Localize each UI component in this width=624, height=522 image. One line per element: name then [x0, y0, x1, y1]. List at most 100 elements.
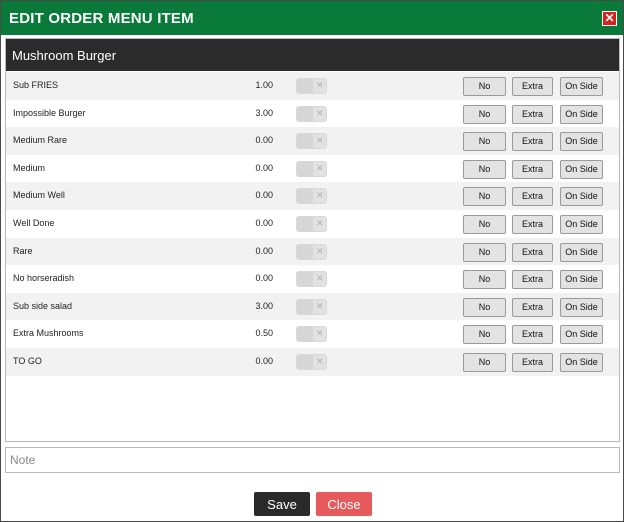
modifier-price: 0.00 — [255, 190, 273, 201]
modifier-row: Extra Mushrooms 0.50 ✕ No Extra On Side — [6, 320, 619, 348]
modifier-toggle[interactable]: ✕ — [296, 353, 327, 370]
no-button[interactable]: No — [463, 187, 506, 207]
modifier-toggle[interactable]: ✕ — [296, 326, 327, 343]
extra-button[interactable]: Extra — [512, 132, 553, 152]
extra-button[interactable]: Extra — [512, 352, 553, 372]
modifier-list: Sub FRIES 1.00 ✕ No Extra On Side Impossible B… — [6, 72, 619, 376]
modifier-row: Sub FRIES 1.00 ✕ No Extra On Side — [6, 72, 619, 100]
no-button[interactable]: No — [463, 159, 506, 179]
modifier-row: No horseradish 0.00 ✕ No Extra On Side — [6, 265, 619, 293]
modifier-row: Sub side salad 3.00 ✕ No Extra On Side — [6, 292, 619, 321]
extra-button[interactable]: Extra — [512, 297, 553, 317]
save-button[interactable]: Save — [254, 492, 310, 516]
extra-button[interactable]: Extra — [512, 270, 553, 290]
modifier-row: Medium 0.00 ✕ No Extra On Side — [6, 155, 619, 183]
modifier-name: Sub FRIES — [13, 80, 59, 90]
modifier-toggle[interactable]: ✕ — [296, 160, 327, 177]
modifier-toggle[interactable]: ✕ — [296, 105, 327, 122]
item-name: Mushroom Burger — [12, 48, 117, 63]
extra-button[interactable]: Extra — [512, 104, 553, 124]
modifier-toggle[interactable]: ✕ — [296, 133, 327, 150]
on-side-button[interactable]: On Side — [560, 104, 603, 124]
toggle-knob — [297, 189, 313, 204]
modifier-panel: Mushroom Burger Sub FRIES 1.00 ✕ No Extra On … — [5, 38, 620, 442]
no-button[interactable]: No — [463, 297, 506, 317]
edit-order-dialog: EDIT ORDER MENU ITEM ✕ Mushroom Burger S… — [0, 0, 624, 522]
modifier-name: Rare — [13, 245, 33, 256]
no-button[interactable]: No — [463, 132, 506, 152]
modifier-name: Impossible Burger — [13, 107, 86, 118]
modifier-row: Medium Well 0.00 ✕ No Extra On Side — [6, 182, 619, 210]
toggle-off-icon: ✕ — [316, 107, 324, 118]
on-side-button[interactable]: On Side — [560, 77, 603, 96]
dialog-title: EDIT ORDER MENU ITEM — [9, 10, 194, 27]
toggle-off-icon: ✕ — [316, 135, 324, 146]
modifier-toggle[interactable]: ✕ — [296, 215, 327, 232]
modifier-name: Extra Mushrooms — [13, 328, 84, 339]
extra-button[interactable]: Extra — [512, 325, 553, 345]
modifier-toggle[interactable]: ✕ — [296, 271, 327, 288]
modifier-toggle[interactable]: ✕ — [296, 243, 327, 260]
modifier-row: TO GO 0.00 ✕ No Extra On Side — [6, 347, 619, 376]
modifier-price: 0.00 — [255, 135, 273, 146]
on-side-button[interactable]: On Side — [560, 159, 603, 179]
toggle-knob — [297, 216, 313, 231]
toggle-off-icon: ✕ — [316, 328, 324, 339]
toggle-off-icon: ✕ — [316, 273, 324, 284]
toggle-knob — [297, 272, 313, 287]
no-button[interactable]: No — [463, 242, 506, 262]
extra-button[interactable]: Extra — [512, 159, 553, 179]
toggle-knob — [297, 161, 313, 176]
no-button[interactable]: No — [463, 270, 506, 290]
toggle-off-icon: ✕ — [316, 162, 324, 173]
modifier-toggle[interactable]: ✕ — [296, 188, 327, 205]
no-button[interactable]: No — [463, 325, 506, 345]
toggle-knob — [297, 79, 313, 93]
no-button[interactable]: No — [463, 104, 506, 124]
modifier-name: No horseradish — [13, 273, 75, 284]
on-side-button[interactable]: On Side — [560, 297, 603, 317]
on-side-button[interactable]: On Side — [560, 214, 603, 234]
no-button[interactable]: No — [463, 214, 506, 234]
modifier-toggle[interactable]: ✕ — [296, 298, 327, 315]
dialog-titlebar: EDIT ORDER MENU ITEM ✕ — [1, 1, 623, 35]
modifier-price: 0.00 — [255, 162, 273, 173]
no-button[interactable]: No — [463, 77, 506, 96]
on-side-button[interactable]: On Side — [560, 325, 603, 345]
extra-button[interactable]: Extra — [512, 242, 553, 262]
modifier-row: Impossible Burger 3.00 ✕ No Extra On Side — [6, 100, 619, 128]
modifier-toggle[interactable]: ✕ — [296, 78, 327, 94]
modifier-price: 0.00 — [255, 245, 273, 256]
modifier-name: Sub side salad — [13, 300, 73, 311]
toggle-off-icon: ✕ — [316, 190, 324, 201]
toggle-off-icon: ✕ — [316, 355, 324, 366]
close-icon[interactable]: ✕ — [602, 11, 617, 26]
on-side-button[interactable]: On Side — [560, 132, 603, 152]
on-side-button[interactable]: On Side — [560, 270, 603, 290]
extra-button[interactable]: Extra — [512, 77, 553, 96]
extra-button[interactable]: Extra — [512, 214, 553, 234]
extra-button[interactable]: Extra — [512, 187, 553, 207]
modifier-price: 1.00 — [255, 80, 273, 90]
on-side-button[interactable]: On Side — [560, 242, 603, 262]
note-input[interactable] — [5, 447, 620, 473]
modifier-price: 3.00 — [255, 107, 273, 118]
item-header: Mushroom Burger — [6, 39, 619, 71]
modifier-row: Rare 0.00 ✕ No Extra On Side — [6, 237, 619, 266]
toggle-off-icon: ✕ — [316, 217, 324, 228]
on-side-button[interactable]: On Side — [560, 187, 603, 207]
no-button[interactable]: No — [463, 352, 506, 372]
toggle-off-icon: ✕ — [316, 245, 324, 256]
modifier-name: Medium Rare — [13, 135, 68, 146]
toggle-knob — [297, 106, 313, 121]
close-button[interactable]: Close — [316, 492, 372, 516]
modifier-name: TO GO — [13, 355, 42, 366]
modifier-price: 3.00 — [255, 300, 273, 311]
toggle-knob — [297, 299, 313, 314]
modifier-name: Medium Well — [13, 190, 65, 201]
modifier-row: Medium Rare 0.00 ✕ No Extra On Side — [6, 127, 619, 155]
on-side-button[interactable]: On Side — [560, 352, 603, 372]
modifier-price: 0.50 — [255, 328, 273, 339]
toggle-knob — [297, 327, 313, 342]
modifier-price: 0.00 — [255, 217, 273, 228]
